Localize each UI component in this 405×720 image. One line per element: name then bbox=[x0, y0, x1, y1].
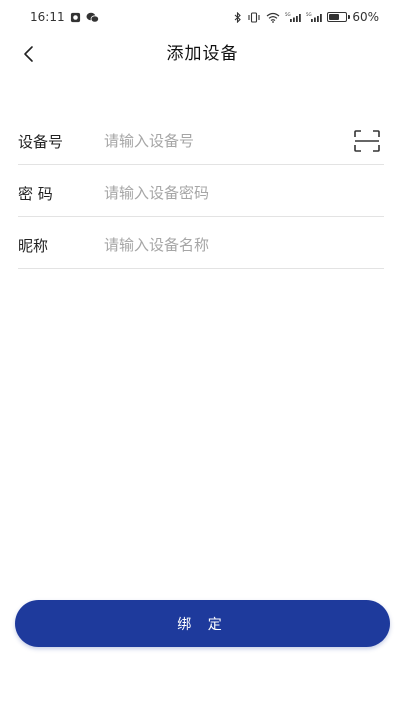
signal-5g-icon: 5G bbox=[285, 11, 302, 23]
bluetooth-icon bbox=[234, 11, 242, 23]
status-right: 5G 5G 60% bbox=[234, 10, 379, 24]
nickname-row: 昵称 bbox=[18, 222, 384, 269]
bind-button[interactable]: 绑 定 bbox=[15, 600, 390, 647]
nickname-label: 昵称 bbox=[18, 236, 49, 255]
battery-fill bbox=[329, 14, 339, 20]
vibrate-icon bbox=[247, 11, 261, 23]
device-id-label: 设备号 bbox=[18, 132, 64, 151]
signal-5g-icon: 5G bbox=[306, 11, 323, 23]
battery-percent: 60% bbox=[352, 10, 379, 24]
password-label: 密 码 bbox=[18, 184, 53, 203]
nickname-input[interactable] bbox=[104, 230, 384, 260]
svg-text:5G: 5G bbox=[306, 12, 312, 17]
device-id-input[interactable] bbox=[104, 126, 352, 156]
battery-icon bbox=[327, 12, 351, 22]
scan-icon bbox=[354, 130, 380, 152]
scan-button[interactable] bbox=[352, 126, 382, 156]
status-time: 16:11 bbox=[30, 10, 65, 24]
svg-text:5G: 5G bbox=[285, 12, 291, 17]
device-id-row: 设备号 bbox=[18, 118, 384, 165]
wechat-icon bbox=[86, 11, 99, 23]
header: 添加设备 bbox=[0, 34, 405, 76]
page-title: 添加设备 bbox=[166, 44, 239, 64]
status-left: 16:11 bbox=[30, 10, 99, 24]
add-device-form: 设备号 密 码 昵称 bbox=[18, 118, 384, 274]
status-bar: 16:11 5G 5G 60% bbox=[0, 0, 405, 34]
wifi-icon bbox=[266, 11, 280, 23]
password-input[interactable] bbox=[104, 178, 384, 208]
alarm-icon bbox=[70, 11, 81, 23]
password-row: 密 码 bbox=[18, 170, 384, 217]
